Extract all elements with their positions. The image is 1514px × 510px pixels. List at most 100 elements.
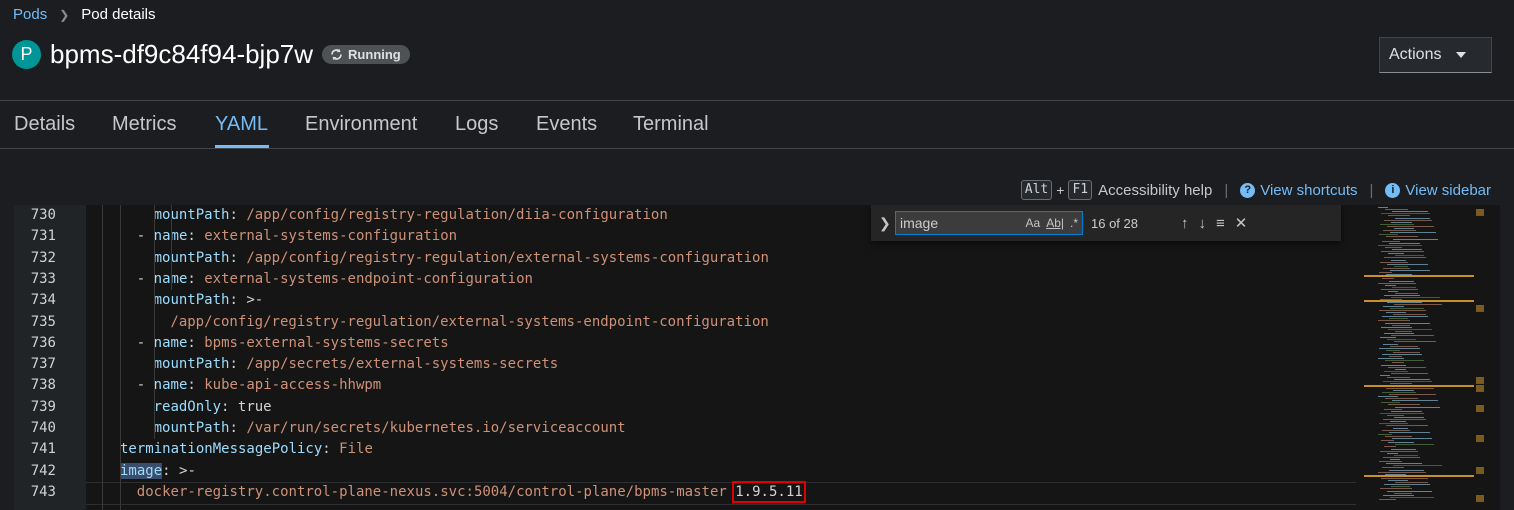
code-token: external-systems-endpoint-configuration: [204, 270, 533, 287]
minimap-row: [1384, 295, 1420, 297]
minimap-row: [1395, 444, 1434, 446]
code-line: - name: external-systems-endpoint-config…: [137, 271, 533, 287]
arrow-up-icon[interactable]: ↑: [1181, 215, 1189, 232]
minimap-row: [1381, 213, 1430, 215]
minimap-row: [1392, 438, 1432, 439]
close-icon[interactable]: ✕: [1235, 214, 1248, 232]
code-token: >-: [246, 292, 264, 309]
scrollbar-match-marker: [1476, 385, 1484, 392]
yaml-editor[interactable]: mountPath: /app/config/registry-regulati…: [14, 205, 1500, 510]
tab-yaml[interactable]: YAML: [215, 113, 268, 136]
minimap-row: [1381, 251, 1424, 253]
code-token: /app/config/registry-regulation/external…: [246, 249, 769, 266]
minimap-row: [1391, 486, 1410, 488]
view-shortcuts-link[interactable]: ? View shortcuts: [1240, 182, 1357, 199]
minimap-row: [1389, 431, 1430, 433]
minimap-row: [1389, 242, 1420, 244]
view-sidebar-link[interactable]: i View sidebar: [1385, 182, 1491, 199]
line-number: 743: [30, 483, 56, 500]
minimap-row: [1393, 314, 1426, 316]
minimap-row: [1389, 318, 1408, 320]
code-token: docker-registry.control-plane-nexus.svc:…: [136, 483, 736, 500]
chevron-right-icon[interactable]: ❯: [879, 215, 891, 232]
minimap-row: [1389, 356, 1402, 358]
minimap-row: [1392, 362, 1404, 364]
toolbar-separator-2: |: [1369, 181, 1374, 199]
arrow-down-icon[interactable]: ↓: [1199, 215, 1207, 232]
minimap-row: [1389, 469, 1424, 471]
minimap-row: [1382, 240, 1400, 242]
actions-label: Actions: [1389, 46, 1442, 63]
tab-details[interactable]: Details: [14, 113, 75, 136]
minimap-match-highlight: [1364, 475, 1474, 477]
indent-guide: [171, 205, 172, 290]
tab-events[interactable]: Events: [536, 113, 597, 136]
kbd-f1: F1: [1068, 180, 1093, 200]
code-token: :: [187, 377, 205, 394]
line-number: 740: [30, 420, 56, 436]
minimap-row: [1387, 339, 1416, 341]
code-token: :: [187, 270, 205, 287]
minimap-row: [1386, 387, 1434, 389]
minimap-row: [1388, 404, 1420, 406]
minimap-row: [1382, 354, 1422, 355]
code-token: :: [187, 228, 205, 245]
minimap-row: [1388, 328, 1432, 330]
indent-guide: [154, 205, 155, 439]
regex-toggle[interactable]: .*: [1070, 216, 1078, 230]
code-line: /app/config/registry-regulation/external…: [170, 314, 768, 330]
tab-metrics[interactable]: Metrics: [112, 113, 176, 136]
scrollbar-match-marker: [1476, 209, 1484, 216]
minimap-row: [1388, 442, 1414, 444]
minimap-row: [1385, 435, 1412, 437]
whole-word-toggle[interactable]: Ab|: [1046, 216, 1064, 230]
minimap-row: [1388, 253, 1404, 255]
minimap-row: [1387, 263, 1428, 265]
minimap-row: [1388, 291, 1398, 292]
breadcrumb-pods-link[interactable]: Pods: [13, 6, 47, 23]
minimap-row: [1384, 370, 1408, 372]
tab-logs[interactable]: Logs: [455, 113, 498, 136]
minimap-row: [1390, 459, 1400, 460]
minimap-row: [1391, 297, 1440, 299]
tab-environment[interactable]: Environment: [305, 113, 417, 136]
match-case-toggle[interactable]: Aa: [1026, 216, 1041, 230]
line-number: 737: [30, 356, 56, 373]
minimap-row: [1394, 417, 1424, 418]
minimap-row: [1383, 230, 1416, 232]
minimap-row: [1383, 343, 1398, 345]
code-token: :: [229, 292, 247, 309]
minimap-row: [1390, 421, 1406, 423]
minimap-row: [1392, 400, 1438, 402]
code-token: image: [120, 462, 163, 479]
minimap-row: [1382, 467, 1404, 469]
minimap-row: [1384, 446, 1396, 448]
minimap[interactable]: [1364, 205, 1500, 510]
code-token: :: [322, 441, 340, 458]
match-count: 16 of 28: [1091, 215, 1138, 231]
minimap-row: [1380, 337, 1396, 339]
find-in-selection-icon[interactable]: ≡: [1216, 215, 1225, 232]
actions-dropdown-button[interactable]: Actions: [1379, 37, 1492, 73]
code-token: /app/config/registry-regulation/external…: [170, 313, 769, 330]
tab-terminal[interactable]: Terminal: [633, 113, 709, 136]
breadcrumb-current: Pod details: [81, 6, 156, 23]
minimap-row: [1388, 215, 1410, 217]
minimap-row: [1378, 207, 1388, 208]
minimap-row: [1381, 477, 1428, 479]
code-line: mountPath: /app/config/registry-regulati…: [154, 207, 668, 223]
minimap-row: [1395, 293, 1418, 295]
code-token: name: [153, 334, 188, 351]
find-input[interactable]: image Aa Ab| .*: [895, 211, 1083, 235]
code-token: :: [229, 420, 247, 436]
code-line: terminationMessagePolicy: File: [120, 441, 373, 457]
line-number: 732: [30, 249, 56, 266]
minimap-row: [1380, 375, 1390, 376]
minimap-row: [1379, 461, 1402, 463]
minimap-row: [1383, 456, 1420, 458]
view-sidebar-label: View sidebar: [1405, 181, 1491, 199]
line-number: 736: [30, 334, 56, 351]
minimap-row: [1380, 261, 1408, 263]
chevron-right-icon: ❯: [59, 7, 70, 22]
code-token: mountPath: [153, 207, 230, 223]
